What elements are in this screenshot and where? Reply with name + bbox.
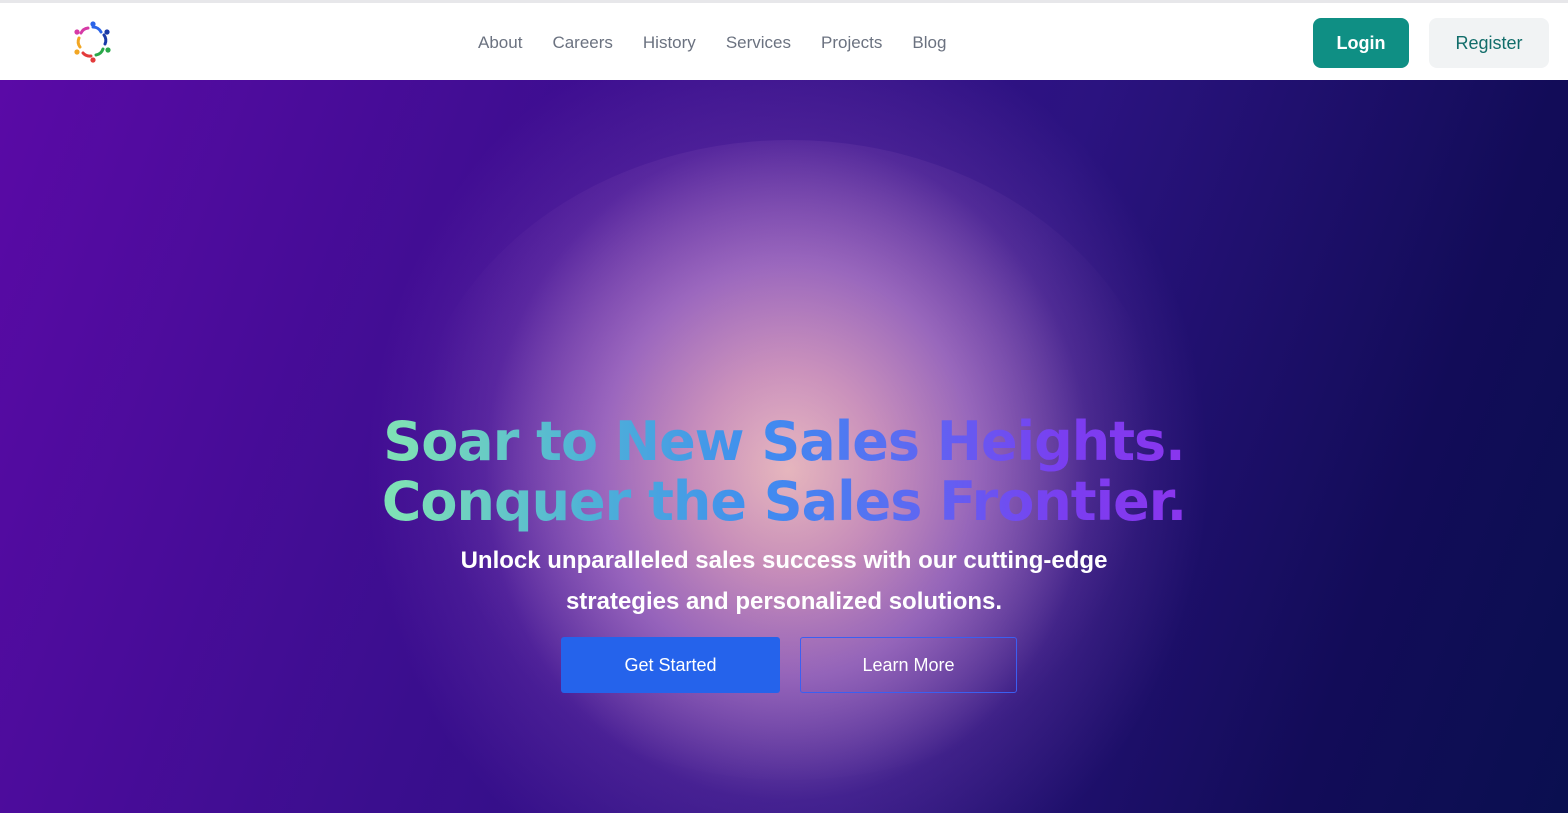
hero-subtitle: Unlock unparalleled sales success with o… bbox=[384, 540, 1184, 622]
hero-section: Soar to New Sales Heights. Conquer the S… bbox=[0, 80, 1568, 813]
get-started-button[interactable]: Get Started bbox=[561, 637, 780, 693]
nav-about[interactable]: About bbox=[478, 33, 522, 53]
hero-headline-line-1: Soar to New Sales Heights. bbox=[383, 410, 1185, 474]
hero-headline: Soar to New Sales Heights. Conquer the S… bbox=[284, 412, 1284, 532]
hero-subtitle-line-1: Unlock unparalleled sales success with o… bbox=[460, 547, 1108, 574]
nav-blog[interactable]: Blog bbox=[912, 33, 946, 53]
main-nav: About Careers History Services Projects … bbox=[478, 3, 976, 83]
learn-more-button[interactable]: Learn More bbox=[800, 637, 1017, 693]
top-navigation-bar: About Careers History Services Projects … bbox=[0, 0, 1568, 80]
nav-services[interactable]: Services bbox=[726, 33, 791, 53]
nav-history[interactable]: History bbox=[643, 33, 696, 53]
logo-icon[interactable] bbox=[70, 19, 116, 65]
hero-subtitle-line-2: strategies and personalized solutions. bbox=[565, 588, 1003, 615]
register-button[interactable]: Register bbox=[1429, 18, 1549, 68]
nav-careers[interactable]: Careers bbox=[552, 33, 612, 53]
hero-headline-line-2: Conquer the Sales Frontier. bbox=[381, 470, 1187, 534]
login-button[interactable]: Login bbox=[1313, 18, 1409, 68]
nav-projects[interactable]: Projects bbox=[821, 33, 882, 53]
